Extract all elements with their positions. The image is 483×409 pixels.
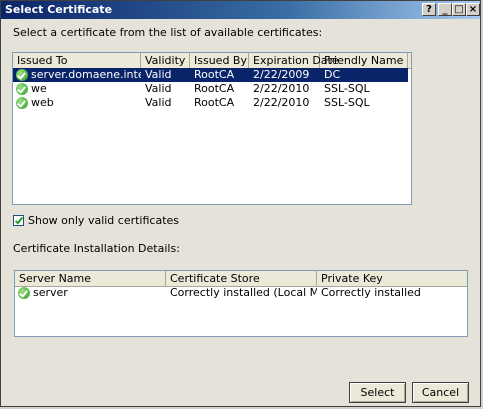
- col-server-name[interactable]: Server Name: [15, 271, 166, 286]
- cell-friendly-name: DC: [324, 68, 341, 81]
- help-button[interactable]: ?: [422, 3, 436, 16]
- show-valid-checkbox[interactable]: [13, 215, 24, 226]
- col-issued-by[interactable]: Issued By: [190, 53, 249, 68]
- col-expiration-date[interactable]: Expiration Date: [249, 53, 339, 68]
- col-validity[interactable]: Validity: [141, 53, 190, 68]
- cell-issued-to: we: [31, 82, 47, 95]
- installation-details-list[interactable]: Server Name Certificate Store Private Ke…: [14, 270, 468, 337]
- cell-validity: Valid: [145, 68, 172, 81]
- select-button[interactable]: Select: [349, 382, 406, 403]
- show-valid-label[interactable]: Show only valid certificates: [28, 214, 179, 227]
- table-row[interactable]: server Correctly installed (Local Machin…: [15, 286, 467, 300]
- table-row[interactable]: web Valid RootCA 2/22/2010 SSL-SQL: [13, 96, 408, 110]
- table-row[interactable]: server.domaene.internal Valid RootCA 2/2…: [13, 68, 408, 82]
- title-bar: Select Certificate ? _ □ ×: [1, 1, 480, 19]
- cell-expiration: 2/22/2010: [253, 96, 310, 109]
- close-button[interactable]: ×: [466, 3, 480, 16]
- details-label: Certificate Installation Details:: [13, 242, 180, 255]
- select-certificate-dialog: Select Certificate ? _ □ × Select a cert…: [0, 0, 481, 407]
- minimize-button[interactable]: _: [438, 3, 452, 16]
- cell-validity: Valid: [145, 82, 172, 95]
- window-title: Select Certificate: [5, 3, 113, 16]
- cell-server-name: server: [33, 286, 68, 299]
- maximize-button[interactable]: □: [452, 3, 466, 16]
- certificate-list-header: Issued To Validity Issued By Expiration …: [13, 53, 411, 69]
- cell-friendly-name: SSL-SQL: [324, 82, 370, 95]
- cell-validity: Valid: [145, 96, 172, 109]
- table-row[interactable]: we Valid RootCA 2/22/2010 SSL-SQL: [13, 82, 408, 96]
- cancel-button[interactable]: Cancel: [412, 382, 469, 403]
- col-private-key[interactable]: Private Key: [317, 271, 467, 286]
- certificate-list[interactable]: Issued To Validity Issued By Expiration …: [12, 52, 412, 205]
- cell-issued-to: server.domaene.internal: [31, 68, 141, 81]
- cell-certificate-store: Correctly installed (Local Machine,...: [170, 286, 317, 299]
- prompt-label: Select a certificate from the list of av…: [13, 26, 323, 39]
- cell-friendly-name: SSL-SQL: [324, 96, 370, 109]
- col-certificate-store[interactable]: Certificate Store: [166, 271, 317, 286]
- cell-expiration: 2/22/2010: [253, 82, 310, 95]
- col-friendly-name[interactable]: Friendly Name: [320, 53, 408, 68]
- cell-private-key: Correctly installed: [321, 286, 421, 299]
- cell-expiration: 2/22/2009: [253, 68, 310, 81]
- cell-issued-by: RootCA: [194, 68, 235, 81]
- cell-issued-by: RootCA: [194, 96, 235, 109]
- col-issued-to[interactable]: Issued To: [13, 53, 141, 68]
- cell-issued-by: RootCA: [194, 82, 235, 95]
- cell-issued-to: web: [31, 96, 54, 109]
- details-list-header: Server Name Certificate Store Private Ke…: [15, 271, 467, 287]
